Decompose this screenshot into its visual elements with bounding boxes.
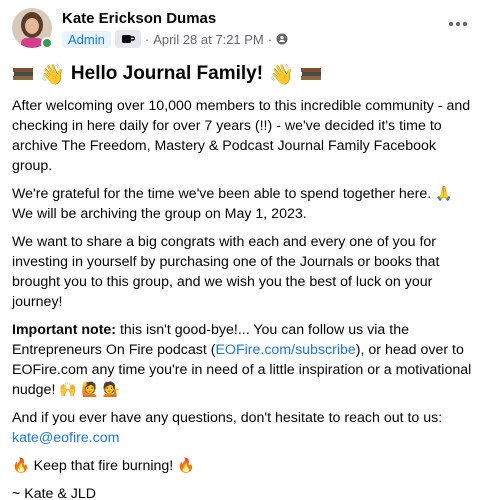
waving-hand-icon-2: 👋 (269, 63, 294, 86)
paragraph-congrats: We want to share a big congrats with eac… (12, 234, 440, 310)
post-meta: Admin · April 28 at 7:21 PM · (62, 30, 288, 48)
subscribe-link[interactable]: EOFire.com/subscribe (215, 342, 355, 358)
meta-separator: · (144, 31, 150, 47)
post-date[interactable]: April 28 at 7:21 PM (153, 32, 264, 47)
waving-hand-icon: 👋 (40, 63, 65, 86)
fire-text: Keep that fire burning! (33, 458, 174, 474)
contact-text: And if you ever have any questions, don'… (12, 410, 443, 426)
books-icon-2 (300, 68, 321, 80)
post-body: 👋 Hello Journal Family! 👋 After welcomin… (12, 60, 476, 500)
author-avatar[interactable] (12, 8, 53, 49)
paragraph-fire: 🔥 Keep that fire burning! 🔥 (12, 456, 476, 476)
title-text: Hello Journal Family! (70, 63, 264, 84)
coffee-cup-icon[interactable] (114, 30, 141, 48)
fire-icon: 🔥 (12, 458, 30, 474)
person-tipping-hand-icon: 💁 (102, 382, 121, 398)
grateful-text: We're grateful for the time we've been a… (12, 186, 432, 202)
email-link[interactable]: kate@eofire.com (12, 430, 119, 446)
post-header: Kate Erickson Dumas Admin · April 28 at … (12, 8, 472, 52)
paragraph-important-note: Important note: this isn't good-bye!... … (12, 320, 476, 400)
post-title: 👋 Hello Journal Family! 👋 (12, 60, 476, 88)
person-raising-hand-icon: 🙋 (80, 382, 99, 398)
meta-separator-2: · (267, 31, 273, 47)
books-icon (13, 68, 33, 80)
archive-date-text: We will be archiving the group on May 1,… (12, 206, 307, 222)
praying-hands-icon: 🙏 (435, 186, 453, 202)
audience-group-icon[interactable] (276, 33, 288, 45)
more-options-icon[interactable] (448, 14, 468, 32)
important-note-label: Important note: (12, 322, 117, 338)
signature: ~ Kate & JLD (12, 486, 96, 500)
paragraph-archive: After welcoming over 10,000 members to t… (12, 98, 471, 174)
fire-icon-2: 🔥 (177, 458, 195, 474)
author-name[interactable]: Kate Erickson Dumas (62, 10, 216, 27)
raising-hands-icon: 🙌 (59, 382, 78, 398)
admin-badge[interactable]: Admin (62, 30, 111, 48)
paragraph-contact: And if you ever have any questions, don'… (12, 408, 476, 448)
online-status-icon (41, 37, 53, 49)
paragraph-grateful: We're grateful for the time we've been a… (12, 184, 476, 224)
